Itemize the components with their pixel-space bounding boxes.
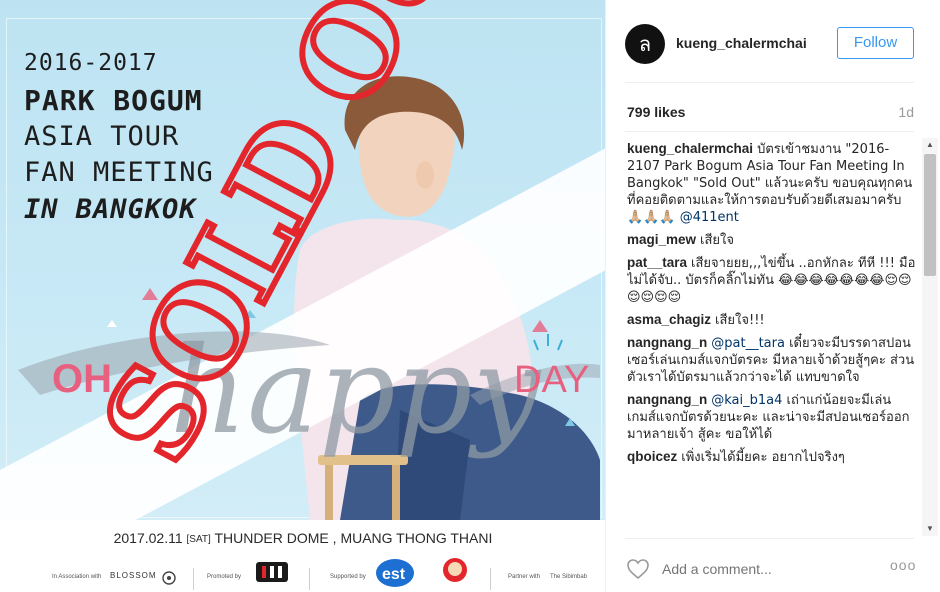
poster-artwork: OH happy DAY SOLD OUT [0, 0, 605, 520]
post-header: ล kueng_chalermchai Follow [606, 0, 940, 82]
partner-label: Partner with [508, 574, 541, 580]
comment-username[interactable]: nangnang_n [627, 392, 707, 407]
divider [625, 82, 914, 83]
partner-logo: The Sibimbab [550, 574, 588, 580]
sponsor-divider [490, 568, 491, 590]
event-date: 2017.02.11 [113, 530, 183, 546]
sponsor-divider [193, 568, 194, 590]
promoted-label: Promoted by [207, 574, 242, 580]
sponsor-row: In Association with BLOSSOM Promoted by … [0, 558, 605, 592]
comment-mention[interactable]: @pat__tara [711, 336, 785, 351]
comment-item: kueng_chalermchai บัตรเข้าชมงาน "2016-210… [627, 140, 919, 226]
divider [625, 131, 914, 132]
tao-kae-noi-logo-icon [443, 558, 467, 582]
supported-label: Supported by [330, 574, 366, 580]
comments-list: kueng_chalermchai บัตรเข้าชมงาน "2016-210… [627, 140, 919, 535]
comment-username[interactable]: magi_mew [627, 232, 696, 247]
svg-text:est: est [382, 566, 406, 583]
comment-item: nangnang_n @pat__tara เดี๋ยวจะมีบรรดาสปอน… [627, 334, 919, 386]
poster-fan-meeting-line: FAN MEETING [24, 157, 214, 188]
sponsor-divider [309, 568, 310, 590]
comment-username[interactable]: kueng_chalermchai [627, 141, 753, 156]
comment-item: pat__tara เสียจายยย,,,ไข่ขึ้น ..อกหักละ ท… [627, 254, 919, 306]
comment-text: เสียใจ!!! [715, 313, 765, 328]
blossom-logo: BLOSSOM [110, 571, 157, 580]
poster-footer: 2017.02.11 [SAT] THUNDER DOME , MUANG TH… [0, 520, 605, 592]
poster-city-line: IN BANGKOK [24, 194, 197, 225]
avatar[interactable]: ล [625, 24, 665, 64]
likes-count[interactable]: 799 likes [627, 104, 685, 120]
411-logo-icon [256, 562, 288, 582]
comment-mention[interactable]: @411ent [680, 210, 739, 225]
post-side-panel: ล kueng_chalermchai Follow 799 likes 1d … [606, 0, 940, 592]
assoc-label: In Association with [52, 574, 102, 580]
comment-item: nangnang_n @kai_b1a4 เถ่าแก่น้อยจะมีเล่นเ… [627, 391, 919, 443]
est-logo-icon: est [376, 559, 414, 587]
add-comment-input[interactable] [662, 561, 862, 577]
comment-text: เพิ่งเริ่มได้มี้ยคะ อยากไปจริงๆ [681, 450, 845, 465]
poster-tour-line: ASIA TOUR [24, 121, 180, 152]
comments-scrollbar[interactable]: ▲ ▼ [922, 138, 938, 536]
comment-username[interactable]: qboicez [627, 449, 677, 464]
event-day: [SAT] [186, 534, 211, 545]
post-image[interactable]: OH happy DAY SOLD OUT 2016-2017 PARK BOG… [0, 0, 606, 592]
poster-artist-name: PARK BOGUM [24, 84, 203, 117]
heart-icon[interactable] [626, 558, 650, 580]
comment-text: เสียใจ [700, 233, 734, 248]
follow-button[interactable]: Follow [837, 27, 914, 59]
comment-item: asma_chagiz เสียใจ!!! [627, 311, 919, 329]
comment-item: magi_mew เสียใจ [627, 231, 919, 249]
poster-day: DAY [514, 359, 589, 401]
scrollbar-thumb[interactable] [924, 154, 936, 276]
poster-event-info: 2017.02.11 [SAT] THUNDER DOME , MUANG TH… [0, 530, 605, 546]
comment-item: qboicez เพิ่งเริ่มได้มี้ยคะ อยากไปจริงๆ [627, 448, 919, 466]
scroll-up-icon[interactable]: ▲ [922, 138, 938, 152]
poster-years: 2016-2017 [24, 50, 158, 76]
more-options-icon[interactable]: ooo [890, 557, 916, 573]
comment-mention[interactable]: @kai_b1a4 [711, 393, 782, 408]
blossom-flower-icon [162, 571, 176, 585]
comment-username[interactable]: pat__tara [627, 255, 687, 270]
post-age[interactable]: 1d [898, 104, 914, 120]
comment-username[interactable]: nangnang_n [627, 335, 707, 350]
divider [625, 538, 914, 539]
event-venue: THUNDER DOME , MUANG THONG THANI [214, 530, 493, 546]
username-link[interactable]: kueng_chalermchai [676, 35, 807, 51]
scroll-down-icon[interactable]: ▼ [922, 522, 938, 536]
comment-username[interactable]: asma_chagiz [627, 312, 711, 327]
